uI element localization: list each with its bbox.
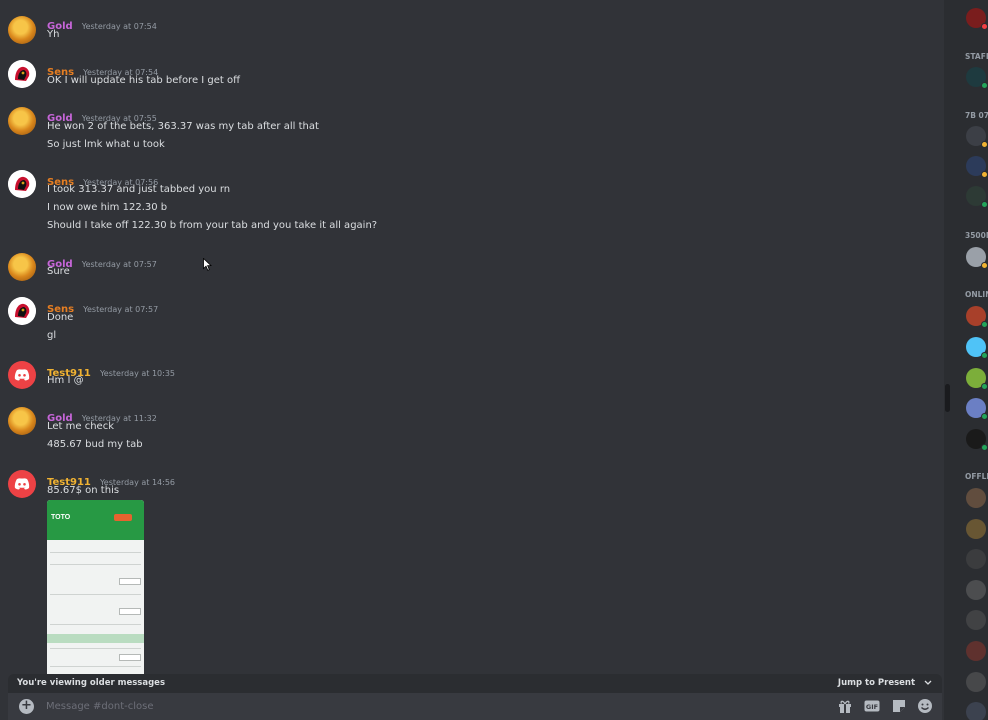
member-avatar[interactable] [966,368,988,390]
member-category: 7B 07 [965,111,988,120]
attachment-brand: TOTO [51,514,71,521]
message-input[interactable] [46,698,806,715]
emoji-icon[interactable] [917,698,933,714]
user-avatar[interactable] [8,107,36,135]
svg-text:GIF: GIF [866,703,878,711]
timestamp: Yesterday at 07:57 [83,305,159,314]
user-avatar[interactable] [8,297,36,325]
member-avatar[interactable] [966,580,986,600]
older-messages-bar: You're viewing older messages Jump to Pr… [8,674,942,693]
status-dot [981,141,988,148]
message-text: Should I take off 122.30 b from your tab… [47,220,378,231]
member-category: 3500M [965,231,988,240]
member-avatar[interactable] [966,8,988,30]
user-avatar[interactable] [8,60,36,88]
user-avatar[interactable] [8,253,36,281]
message-text: So just lmk what u took [47,139,165,150]
timestamp: Yesterday at 07:57 [81,260,157,269]
message-text: Yh [47,29,60,40]
message-text: Done [47,312,74,323]
message-text: Sure [47,266,70,277]
message-composer: + GIF [8,693,942,720]
member-avatar[interactable] [966,337,988,359]
sticker-icon[interactable] [891,698,907,714]
chat-area: Gold Yesterday at 07:54 Yh Sens Yesterda… [0,0,944,720]
attachment-stake-box [119,578,141,585]
attachment-divider [50,552,141,553]
user-avatar[interactable] [8,470,36,498]
attachment-green-bar [47,634,144,643]
status-dot [981,321,988,328]
upload-plus-button[interactable]: + [19,699,34,714]
attachment-divider [50,666,141,667]
status-dot [981,82,988,89]
status-dot [981,201,988,208]
member-avatar[interactable] [966,641,986,661]
jump-to-present-button[interactable]: Jump to Present [838,678,932,688]
gift-icon[interactable] [837,698,853,714]
attachment-badge [114,514,132,521]
status-dot [981,444,988,451]
member-avatar[interactable] [966,702,986,720]
senators-logo-icon [8,60,36,88]
jump-to-present-label: Jump to Present [837,678,916,688]
user-avatar[interactable] [8,407,36,435]
attachment-divider [50,648,141,649]
member-category: STAFF [965,52,988,61]
status-dot [981,23,988,30]
attachment-stake-box [119,654,141,661]
user-avatar[interactable] [8,16,36,44]
member-avatar[interactable] [966,398,988,420]
message-text: 85.67$ on this [47,485,120,496]
message-text: Let me check [47,421,114,432]
member-category: ONLIN [965,290,988,299]
attachment-divider [50,624,141,625]
member-avatar[interactable] [966,156,988,178]
chat-scrollbar[interactable] [944,0,952,720]
timestamp: Yesterday at 07:54 [81,22,157,31]
member-avatar[interactable] [966,306,988,328]
status-dot [981,413,988,420]
message-text: I now owe him 122.30 b [47,202,168,213]
status-dot [981,171,988,178]
message-text: OK I will update his tab before I get of… [47,75,241,86]
attachment-divider [50,564,141,565]
chevron-down-icon [924,680,932,685]
mouse-cursor-icon [203,258,212,271]
senators-logo-icon [8,170,36,198]
timestamp: Yesterday at 10:35 [99,369,175,378]
status-dot [981,352,988,359]
member-avatar[interactable] [966,672,986,692]
attachment-header: TOTO [47,500,144,540]
member-category: OFFLI [965,472,988,481]
discord-logo-icon [14,478,30,490]
message-text: He won 2 of the bets, 363.37 was my tab … [47,121,319,132]
user-avatar[interactable] [8,170,36,198]
user-avatar[interactable] [8,361,36,389]
scrollbar-thumb[interactable] [945,384,950,412]
attachment-stake-box [119,608,141,615]
member-avatar[interactable] [966,549,986,569]
member-avatar[interactable] [966,610,986,630]
status-dot [981,383,988,390]
member-avatar[interactable] [966,429,988,451]
senators-logo-icon [8,297,36,325]
image-attachment[interactable]: TOTO [47,500,144,676]
older-messages-text: You're viewing older messages [17,678,166,688]
status-dot [981,262,988,269]
message-text: gl [47,330,57,341]
gif-icon[interactable]: GIF [864,698,880,714]
discord-logo-icon [14,369,30,381]
member-avatar[interactable] [966,247,988,269]
member-avatar[interactable] [966,126,988,148]
attachment-divider [50,594,141,595]
member-avatar[interactable] [966,186,988,208]
message-text: Hm I @ [47,375,84,386]
member-avatar[interactable] [966,519,986,539]
message-text: 485.67 bud my tab [47,439,143,450]
message-text: I took 313.37 and just tabbed you rn [47,184,231,195]
member-list: STAFF 7B 07 3500M ONLIN OFFLI [952,0,988,720]
member-avatar[interactable] [966,488,986,508]
member-avatar[interactable] [966,67,988,89]
